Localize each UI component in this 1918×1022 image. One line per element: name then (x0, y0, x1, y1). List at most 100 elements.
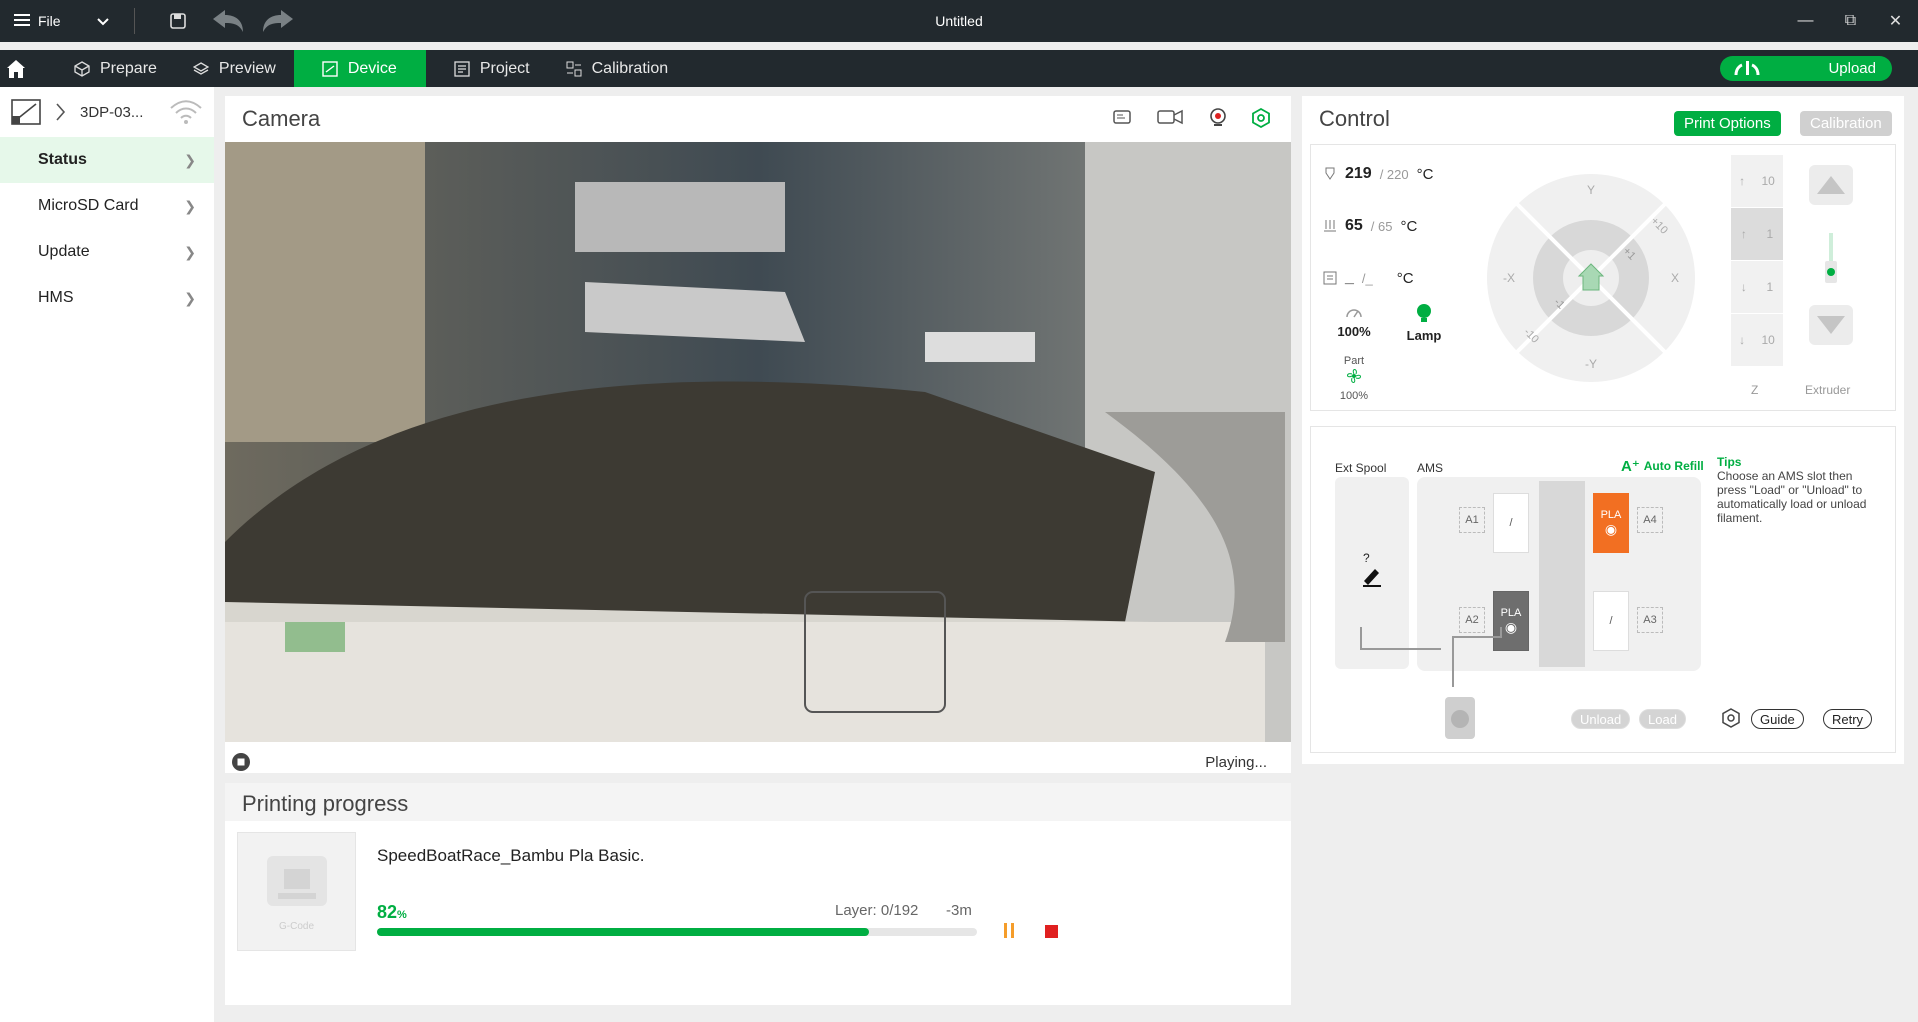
guide-label: Guide (1760, 711, 1795, 727)
main-tab-bar: Prepare Preview Device Project Calibrati… (0, 50, 1918, 87)
tab-device[interactable]: Device (293, 50, 426, 87)
wifi-icon (170, 100, 203, 124)
sidebar-item-label: HMS (38, 289, 74, 306)
tab-preview[interactable]: Preview (175, 50, 294, 87)
chevron-down-icon[interactable] (96, 13, 109, 29)
edit-icon[interactable] (1361, 565, 1383, 587)
tab-project[interactable]: Project (426, 50, 548, 87)
print-options-button[interactable]: Print Options (1674, 111, 1781, 136)
speed-control[interactable]: 100% (1331, 305, 1377, 339)
pause-icon (1004, 923, 1007, 938)
chevron-right-icon: ❯ (184, 289, 196, 306)
retry-button[interactable]: Retry (1823, 709, 1873, 729)
slot-a3-value: / (1609, 615, 1613, 627)
sidebar-item-hms[interactable]: HMS ❯ (0, 275, 214, 321)
retry-label: Retry (1832, 711, 1864, 727)
arrow-down-icon: ↓ (1740, 280, 1747, 294)
part-fan[interactable]: Part 100% (1331, 355, 1377, 402)
home-icon (7, 59, 25, 78)
chamber-temp: _ /_ °C (1323, 269, 1414, 287)
close-button[interactable]: ✕ (1873, 0, 1918, 42)
ams-settings-icon[interactable] (1719, 707, 1743, 731)
z-up-1-button[interactable]: ↑ 1 (1731, 208, 1783, 261)
temperature-jog-panel: 219 / 220 °C 65 / 65 °C _ /_ °C 100% Lam… (1310, 144, 1896, 411)
sd-record-icon[interactable] (1113, 108, 1133, 126)
sidebar-item-label: Update (38, 243, 90, 260)
calibration-label: Calibration (1810, 115, 1882, 132)
nozzle-temp[interactable]: 219 / 220 °C (1323, 165, 1433, 183)
ams-panel: Ext Spool AMS A⁺ Auto Refill Tips Choose… (1310, 426, 1896, 753)
undo-icon (213, 10, 243, 32)
load-label: Load (1648, 711, 1677, 727)
axis-jog-wheel[interactable]: Y -Y X -X +10 +1 -1 -10 (1485, 172, 1697, 384)
sidebar-item-microsd[interactable]: MicroSD Card ❯ (0, 183, 214, 229)
pause-button[interactable] (1001, 923, 1017, 940)
sidebar-item-status[interactable]: Status ❯ (0, 137, 214, 183)
upload-button[interactable]: Upload (1720, 56, 1892, 81)
ams-slot-a1[interactable]: / (1493, 493, 1529, 553)
z-step-label: 1 (1766, 227, 1774, 241)
camera-video-feed[interactable] (225, 142, 1291, 742)
calibration-button[interactable]: Calibration (1800, 111, 1892, 136)
slot-a2-value: PLA (1500, 606, 1522, 619)
ams-label: AMS (1417, 461, 1444, 475)
tab-prepare[interactable]: Prepare (56, 50, 175, 87)
bed-unit: °C (1400, 217, 1418, 235)
slot-a4-value: PLA (1600, 508, 1622, 521)
undo-button[interactable] (203, 0, 253, 42)
guide-button[interactable]: Guide (1751, 709, 1804, 729)
bed-current: 65 (1345, 217, 1363, 234)
redo-button[interactable] (253, 0, 303, 42)
device-sidebar: 3DP-03... Status ❯ MicroSD Card ❯ Update… (0, 87, 214, 1022)
lamp-icon (1417, 304, 1431, 322)
device-selector[interactable]: 3DP-03... (0, 87, 214, 137)
ams-slot-a3[interactable]: / (1593, 591, 1629, 651)
camera-settings-icon[interactable] (1251, 108, 1271, 128)
minimize-button[interactable]: — (1783, 0, 1828, 42)
slot-a1-label: A1 (1459, 507, 1485, 533)
tips-text: Choose an AMS slot then press "Load" or … (1717, 469, 1867, 525)
auto-refill-button[interactable]: A⁺ Auto Refill (1621, 457, 1704, 475)
gcode-thumbnail: G-Code (237, 832, 356, 951)
load-button[interactable]: Load (1639, 709, 1686, 729)
stop-button[interactable] (1045, 925, 1058, 938)
percent-value: 82 (377, 902, 398, 922)
z-up-10-button[interactable]: ↑ 10 (1731, 155, 1783, 208)
timelapse-icon[interactable] (1157, 108, 1185, 126)
chevron-right-icon: ❯ (184, 243, 196, 260)
progress-title: Printing progress (225, 783, 1291, 821)
gcode-icon (266, 856, 327, 906)
webcam-icon[interactable] (1209, 108, 1227, 126)
z-down-1-button[interactable]: ↓ 1 (1731, 261, 1783, 314)
stop-video-icon[interactable] (231, 752, 251, 772)
z-down-10-button[interactable]: ↓ 10 (1731, 314, 1783, 367)
lamp-toggle[interactable]: Lamp (1399, 303, 1449, 343)
file-menu[interactable]: File (0, 13, 120, 30)
bed-icon (1324, 220, 1336, 232)
extruder-down-button[interactable] (1809, 305, 1853, 345)
restore-icon: ⧉ (1844, 12, 1857, 29)
extruder-label: Extruder (1805, 383, 1851, 397)
extruder-up-button[interactable] (1809, 165, 1853, 205)
home-button[interactable] (0, 50, 32, 87)
upload-label: Upload (1828, 60, 1876, 77)
sidebar-item-update[interactable]: Update ❯ (0, 229, 214, 275)
print-options-label: Print Options (1684, 115, 1771, 132)
bed-temp[interactable]: 65 / 65 °C (1323, 217, 1417, 235)
nozzle-unit: °C (1416, 165, 1434, 183)
jog-y-label: Y (1587, 183, 1595, 197)
restore-button[interactable]: ⧉ (1828, 0, 1873, 42)
progress-bar (377, 928, 977, 936)
percent-unit: % (397, 909, 407, 921)
gcode-label: G-Code (278, 921, 314, 932)
control-panel: Control Print Options Calibration 219 / … (1302, 96, 1904, 764)
save-button[interactable] (153, 0, 203, 42)
printing-progress-panel: Printing progress (225, 783, 1291, 1005)
tab-label: Device (347, 59, 397, 77)
unload-button[interactable]: Unload (1571, 709, 1631, 729)
tab-calibration[interactable]: Calibration (548, 50, 686, 87)
upload-icon (1734, 60, 1760, 75)
ams-slot-a4[interactable]: PLA ◉ (1593, 493, 1629, 553)
cube-icon (74, 60, 90, 77)
chamber-icon (1323, 271, 1337, 285)
